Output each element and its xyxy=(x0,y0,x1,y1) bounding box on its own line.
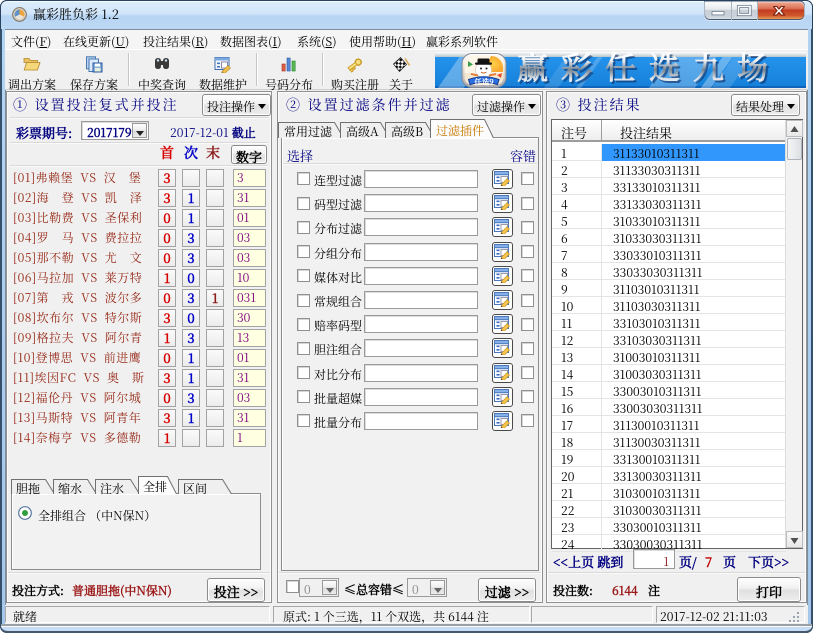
svg-text:任选9: 任选9 xyxy=(474,77,493,88)
